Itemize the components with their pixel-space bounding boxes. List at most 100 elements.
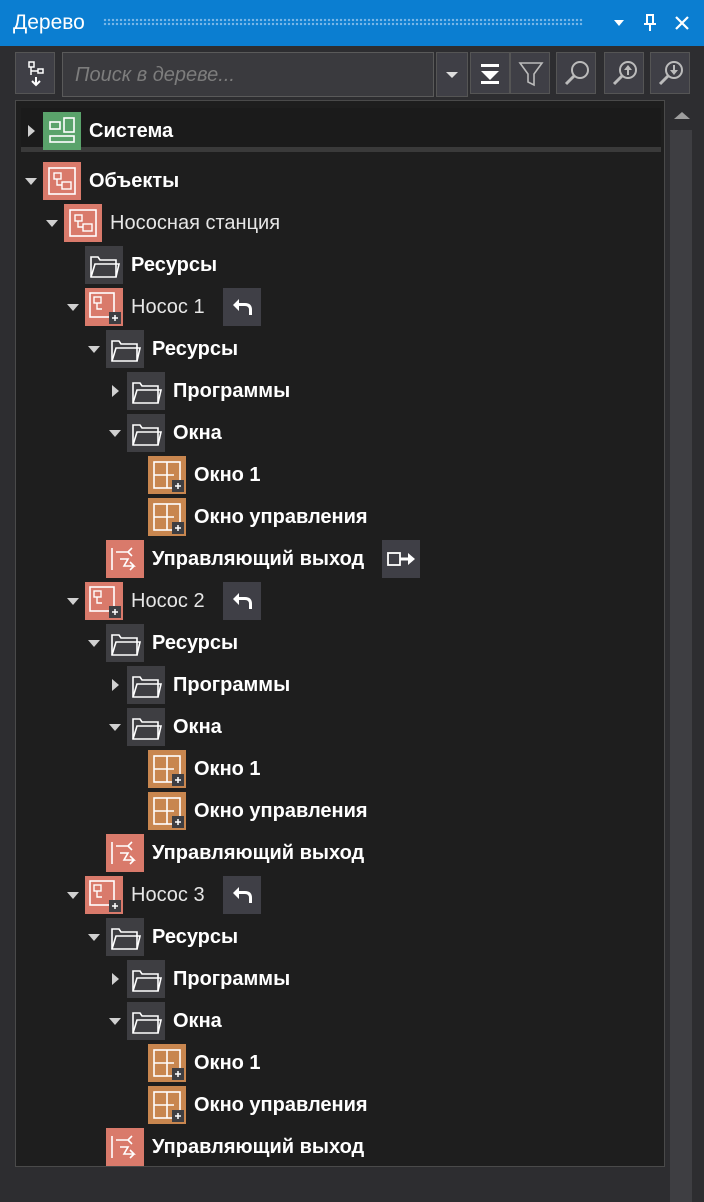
tree-node-label: Окно управления [194,505,368,528]
tree-node[interactable]: Окна [105,707,222,747]
arrow-spacer [63,245,85,285]
search-input[interactable]: Поиск в дереве... [62,52,434,97]
find-previous-icon[interactable] [604,52,644,94]
arrow-spacer [84,539,106,579]
tree-node-label: Ресурсы [152,337,239,360]
expand-arrow-icon[interactable] [105,707,127,747]
tree-node[interactable]: Носос 2 [63,581,261,621]
tree-node-label: Программы [173,379,291,402]
tree-node[interactable]: Программы [105,371,290,411]
tree-node[interactable]: Управляющий выход [84,833,364,873]
collapse-all-icon[interactable] [470,52,510,94]
tree-node[interactable]: Ресурсы [84,329,238,369]
tree-node[interactable]: Ресурсы [84,623,238,663]
find-next-icon[interactable] [650,52,690,94]
tree-node-label: Ресурсы [152,925,239,948]
vertical-scrollbar[interactable] [667,100,695,1202]
arrow-spacer [126,791,148,831]
tree-node[interactable]: Окно 1 [126,749,261,789]
pin-icon[interactable] [638,10,662,36]
folder-icon [106,330,144,368]
object-icon [43,162,81,200]
collapse-arrow-icon[interactable] [105,665,127,705]
tree-node[interactable]: Управляющий выход [84,539,421,579]
tree-node[interactable]: Ресурсы [63,245,217,285]
tree-node[interactable]: Управляющий выход [84,1127,364,1167]
window-icon [148,1044,186,1082]
object-lock-icon [85,582,123,620]
tree-node-label: Ресурсы [131,253,218,276]
expand-arrow-icon[interactable] [42,203,64,243]
search-dropdown-button[interactable] [436,52,468,97]
arrow-spacer [84,1127,106,1167]
tree-node-label: Объекты [89,169,180,192]
tree-node-label: Окна [173,421,222,444]
object-icon [64,204,102,242]
tree-node-label: Окно 1 [194,463,261,486]
tree-node-label: Программы [173,967,291,990]
system-icon [43,112,81,150]
folder-icon [85,246,123,284]
expand-arrow-icon[interactable] [105,1001,127,1041]
tree-node[interactable]: Окно управления [126,497,368,537]
tree-node[interactable]: Носос 1 [63,287,261,327]
drag-grip[interactable] [103,18,583,26]
arrow-spacer [126,1043,148,1083]
object-lock-icon [85,876,123,914]
undo-icon[interactable] [222,582,261,620]
folder-icon [127,1002,165,1040]
collapse-arrow-icon[interactable] [21,111,43,151]
collapse-arrow-icon[interactable] [105,371,127,411]
scroll-up-icon[interactable] [674,112,690,119]
close-icon[interactable] [670,10,694,36]
tree-node-label: Окно 1 [194,1051,261,1074]
expand-arrow-icon[interactable] [63,875,85,915]
tree-node-label: Управляющий выход [152,1135,365,1158]
output-icon [106,540,144,578]
tree-node[interactable]: Нососная станция [42,203,280,243]
collapse-arrow-icon[interactable] [105,959,127,999]
folder-icon [127,666,165,704]
tree-node[interactable]: Окно 1 [126,1043,261,1083]
tree-node[interactable]: Программы [105,959,290,999]
tree-node[interactable]: Программы [105,665,290,705]
tree-node[interactable]: Окна [105,1001,222,1041]
undo-icon[interactable] [222,876,261,914]
tree-node[interactable]: Носос 3 [63,875,261,915]
tree-node-label: Окна [173,1009,222,1032]
filter-icon[interactable] [510,52,550,94]
expand-arrow-icon[interactable] [105,413,127,453]
export-icon[interactable] [382,540,421,578]
chevron-down-icon[interactable] [607,10,631,36]
expand-arrow-icon[interactable] [84,329,106,369]
folder-icon [127,708,165,746]
window-icon [148,750,186,788]
folder-icon [127,372,165,410]
scroll-thumb[interactable] [670,130,692,1202]
tree-structure-icon[interactable] [15,52,55,94]
expand-arrow-icon[interactable] [21,161,43,201]
tree-node-label: Система [89,119,174,142]
tree-node[interactable]: Ресурсы [84,917,238,957]
tree-node[interactable]: Окна [105,413,222,453]
folder-icon [106,624,144,662]
window-icon [148,792,186,830]
tree-node[interactable]: Объекты [21,161,179,201]
search-icon[interactable] [556,52,596,94]
expand-arrow-icon[interactable] [84,917,106,957]
window-icon [148,498,186,536]
tree-node[interactable]: Окно управления [126,1085,368,1125]
tree-node-label: Окно управления [194,799,368,822]
tree-node[interactable]: Окно 1 [126,455,261,495]
tree-node[interactable]: Система [21,111,173,151]
expand-arrow-icon[interactable] [63,287,85,327]
output-icon [106,834,144,872]
undo-icon[interactable] [222,288,261,326]
expand-arrow-icon[interactable] [63,581,85,621]
window-title: Дерево [13,11,85,34]
expand-arrow-icon[interactable] [84,623,106,663]
tree-node[interactable]: Окно управления [126,791,368,831]
tree-node-label: Носос 3 [131,883,205,906]
tree-node-label: Управляющий выход [152,547,365,570]
arrow-spacer [84,833,106,873]
